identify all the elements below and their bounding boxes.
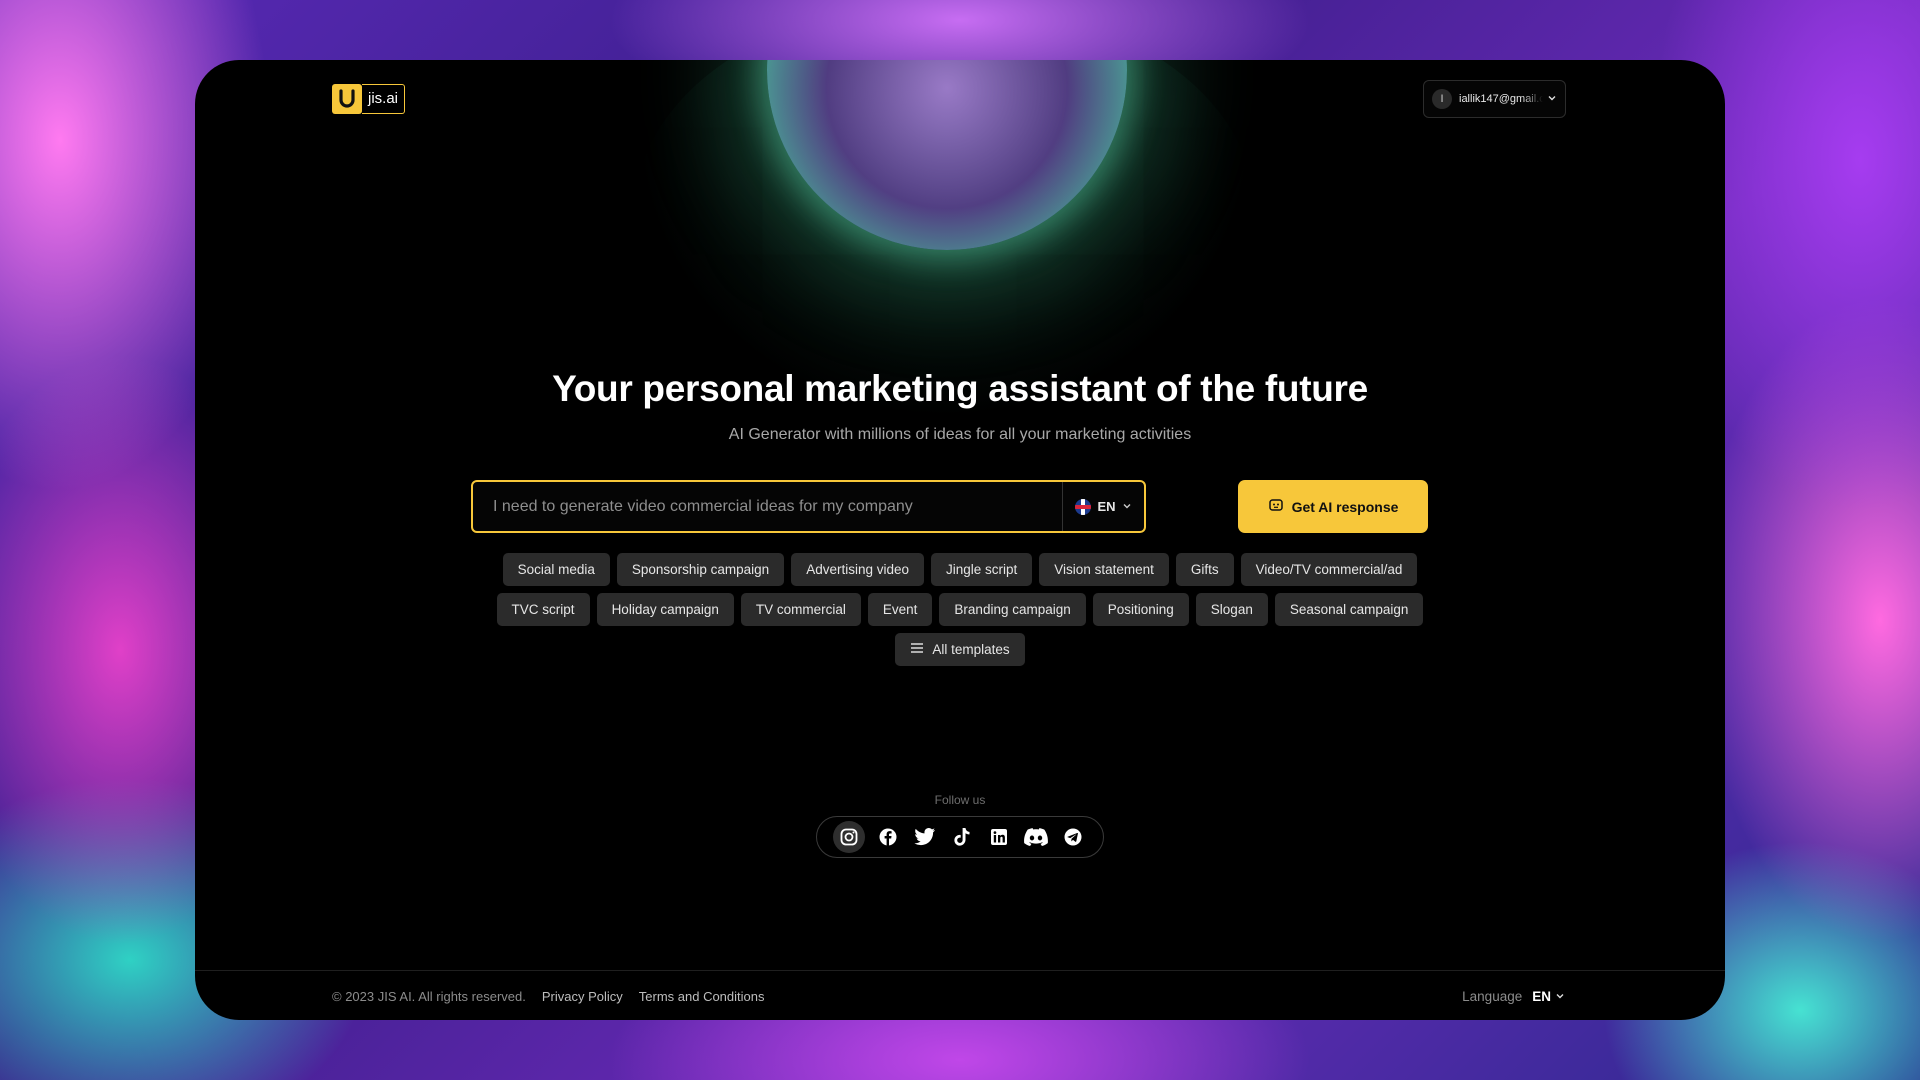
menu-icon — [910, 633, 924, 666]
chip-gifts[interactable]: Gifts — [1175, 553, 1234, 586]
template-chips: Social media Sponsorship campaign Advert… — [195, 553, 1725, 673]
telegram-icon[interactable] — [1059, 823, 1087, 851]
facebook-icon[interactable] — [874, 823, 902, 851]
chip-video-tv-commercial[interactable]: Video/TV commercial/ad — [1240, 553, 1418, 586]
instagram-icon[interactable] — [833, 821, 865, 853]
footer-language: Language EN — [1462, 989, 1565, 1004]
chip-holiday-campaign[interactable]: Holiday campaign — [596, 593, 734, 626]
prompt-language-select[interactable]: EN — [1062, 482, 1144, 531]
language-label: Language — [1462, 989, 1523, 1004]
logo-text: jis.ai — [362, 84, 406, 114]
app-window: jis.ai I iallik147@gmail.com Your person… — [195, 60, 1725, 1020]
chip-jingle-script[interactable]: Jingle script — [931, 553, 1033, 586]
chip-tvc-script[interactable]: TVC script — [496, 593, 590, 626]
footer-language-value: EN — [1532, 989, 1551, 1004]
prompt-language-value: EN — [1097, 499, 1116, 514]
user-menu[interactable]: I iallik147@gmail.com — [1423, 80, 1566, 118]
chip-row-2: TVC script Holiday campaign TV commercia… — [195, 593, 1725, 626]
logo[interactable]: jis.ai — [332, 84, 406, 114]
robot-icon — [1268, 497, 1284, 516]
prompt-input[interactable] — [473, 482, 1062, 531]
chip-vision-statement[interactable]: Vision statement — [1039, 553, 1169, 586]
tiktok-icon[interactable] — [948, 823, 976, 851]
chip-positioning[interactable]: Positioning — [1092, 593, 1189, 626]
follow-us-label: Follow us — [934, 793, 986, 807]
twitter-icon[interactable] — [911, 823, 939, 851]
get-ai-response-button[interactable]: Get AI response — [1238, 480, 1428, 533]
chevron-down-icon — [1555, 989, 1565, 1004]
prompt-box: EN — [471, 480, 1146, 533]
chip-seasonal-campaign[interactable]: Seasonal campaign — [1274, 593, 1424, 626]
chip-row-1: Social media Sponsorship campaign Advert… — [195, 553, 1725, 586]
copyright: © 2023 JIS AI. All rights reserved. — [332, 989, 526, 1004]
chip-row-3: All templates — [195, 633, 1725, 666]
avatar: I — [1432, 89, 1452, 109]
uk-flag-icon — [1075, 498, 1092, 515]
social-links — [816, 816, 1104, 858]
footer-language-select[interactable]: EN — [1532, 989, 1565, 1004]
page-subtitle: AI Generator with millions of ideas for … — [728, 426, 1192, 443]
chip-slogan[interactable]: Slogan — [1195, 593, 1268, 626]
chip-branding-campaign[interactable]: Branding campaign — [939, 593, 1086, 626]
page-title: Your personal marketing assistant of the… — [552, 368, 1368, 409]
chip-tv-commercial[interactable]: TV commercial — [740, 593, 861, 626]
terms-link[interactable]: Terms and Conditions — [639, 989, 765, 1004]
chip-event[interactable]: Event — [867, 593, 933, 626]
all-templates-button[interactable]: All templates — [895, 633, 1025, 666]
chevron-down-icon — [1547, 90, 1557, 108]
linkedin-icon[interactable] — [985, 823, 1013, 851]
chevron-down-icon — [1122, 499, 1132, 514]
privacy-policy-link[interactable]: Privacy Policy — [542, 989, 623, 1004]
discord-icon[interactable] — [1022, 823, 1050, 851]
chip-advertising-video[interactable]: Advertising video — [791, 553, 925, 586]
logo-mark-icon — [332, 84, 362, 114]
get-ai-response-label: Get AI response — [1291, 498, 1399, 515]
footer-left: © 2023 JIS AI. All rights reserved. Priv… — [332, 989, 765, 1004]
chip-social-media[interactable]: Social media — [502, 553, 610, 586]
footer: © 2023 JIS AI. All rights reserved. Priv… — [195, 970, 1725, 1020]
user-email: iallik147@gmail.com — [1459, 93, 1543, 105]
chip-sponsorship-campaign[interactable]: Sponsorship campaign — [616, 553, 785, 586]
all-templates-label: All templates — [932, 642, 1010, 657]
